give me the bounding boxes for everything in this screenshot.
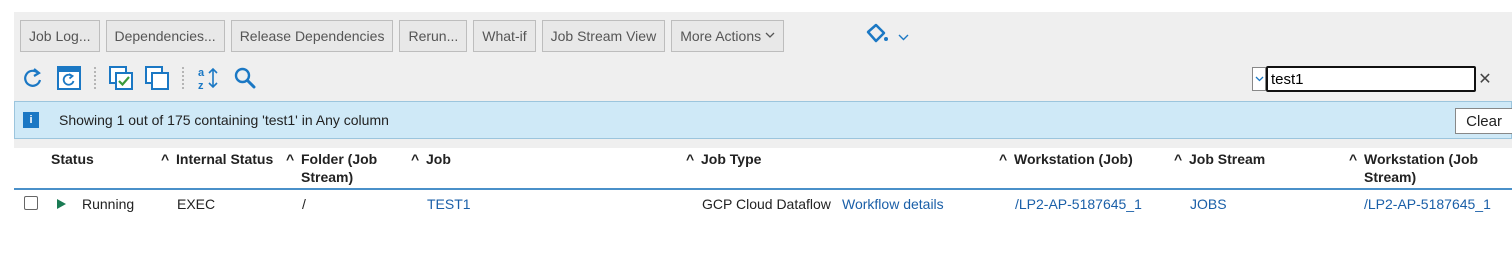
column-header-job-stream[interactable]: ^ Job Stream xyxy=(1174,150,1266,168)
column-header-label: Job Type xyxy=(701,151,762,167)
svg-text:a: a xyxy=(198,67,205,79)
sort-caret-icon: ^ xyxy=(411,151,420,167)
icon-toolbar: a z xyxy=(20,63,258,93)
column-header-label: Folder (Job xyxy=(301,151,378,167)
auto-refresh-icon[interactable] xyxy=(56,65,82,91)
table-row[interactable]: Running EXEC / TEST1 GCP Cloud Dataflow … xyxy=(14,190,1512,218)
column-header-label: Stream) xyxy=(301,169,354,185)
info-icon: i xyxy=(23,112,39,128)
job-stream-view-button[interactable]: Job Stream View xyxy=(541,20,666,52)
running-status-icon xyxy=(57,199,66,209)
job-log-button[interactable]: Job Log... xyxy=(20,20,100,52)
column-header-status[interactable]: Status xyxy=(51,150,94,168)
status-cell: Running xyxy=(82,196,135,212)
filter-info-text: Showing 1 out of 175 containing 'test1' … xyxy=(59,112,389,128)
more-actions-label: More Actions xyxy=(680,28,762,44)
table-header: Status ^ Internal Status ^ Folder (Job S… xyxy=(14,148,1512,190)
action-toolbar: Job Log... Dependencies... Release Depen… xyxy=(20,19,785,53)
filter-input[interactable] xyxy=(1266,66,1476,92)
filter-column-dropdown[interactable] xyxy=(1252,67,1266,91)
column-header-label: Job xyxy=(426,151,451,167)
toolbar-separator xyxy=(94,67,96,89)
sort-caret-icon: ^ xyxy=(161,151,170,167)
paint-bucket-icon xyxy=(862,22,892,51)
rerun-button[interactable]: Rerun... xyxy=(399,20,468,52)
clear-filter-icon[interactable]: ✕ xyxy=(1476,67,1494,91)
sort-caret-icon: ^ xyxy=(286,151,295,167)
internal-status-cell: EXEC xyxy=(177,196,216,212)
toolbar-separator xyxy=(182,67,184,89)
sort-caret-icon: ^ xyxy=(1349,151,1358,167)
column-header-label: Workstation (Job xyxy=(1364,151,1479,167)
quick-filter: ✕ xyxy=(1252,66,1494,92)
column-header-workstation-job[interactable]: ^ Workstation (Job) xyxy=(999,150,1133,168)
column-header-label: Job Stream xyxy=(1189,151,1266,167)
workflow-details-link[interactable]: Workflow details xyxy=(842,196,944,212)
refresh-icon[interactable] xyxy=(20,65,46,91)
column-header-job[interactable]: ^ Job xyxy=(411,150,451,168)
more-actions-button[interactable]: More Actions xyxy=(671,20,785,52)
job-stream-link[interactable]: JOBS xyxy=(1190,196,1227,212)
dependencies-button[interactable]: Dependencies... xyxy=(105,20,225,52)
sort-caret-icon: ^ xyxy=(1174,151,1183,167)
sort-caret-icon: ^ xyxy=(686,151,695,167)
column-header-label: Workstation (Job) xyxy=(1014,151,1133,167)
column-header-label: Status xyxy=(51,151,94,167)
folder-cell: / xyxy=(302,196,306,212)
workstation-job-stream-link[interactable]: /LP2-AP-5187645_1 xyxy=(1364,196,1491,212)
table-body: Running EXEC / TEST1 GCP Cloud Dataflow … xyxy=(14,190,1512,266)
search-icon[interactable] xyxy=(232,65,258,91)
filter-info-bar: i Showing 1 out of 175 containing 'test1… xyxy=(14,101,1512,139)
sort-icon[interactable]: a z xyxy=(196,65,222,91)
workstation-job-link[interactable]: /LP2-AP-5187645_1 xyxy=(1015,196,1142,212)
release-dependencies-button[interactable]: Release Dependencies xyxy=(230,20,394,52)
what-if-button[interactable]: What-if xyxy=(473,20,536,52)
job-type-cell: GCP Cloud Dataflow xyxy=(702,196,831,212)
chevron-down-icon xyxy=(765,31,775,42)
column-header-label: Stream) xyxy=(1364,169,1417,185)
sort-caret-icon: ^ xyxy=(999,151,1008,167)
svg-text:z: z xyxy=(198,80,204,91)
column-header-internal-status[interactable]: ^ Internal Status xyxy=(161,150,274,168)
paint-bucket-menu[interactable] xyxy=(862,22,909,51)
deselect-all-icon[interactable] xyxy=(144,65,170,91)
job-link[interactable]: TEST1 xyxy=(427,196,471,212)
chevron-down-icon xyxy=(898,28,909,44)
column-header-label: Internal Status xyxy=(176,151,274,167)
column-header-workstation-job-stream[interactable]: ^ Workstation (Job Stream) xyxy=(1349,150,1479,186)
clear-button[interactable]: Clear xyxy=(1455,108,1512,134)
job-monitor-panel: Job Log... Dependencies... Release Depen… xyxy=(14,12,1512,266)
column-header-folder[interactable]: ^ Folder (Job Stream) xyxy=(286,150,378,186)
row-checkbox[interactable] xyxy=(24,196,38,210)
column-header-job-type[interactable]: ^ Job Type xyxy=(686,150,762,168)
top-strip xyxy=(0,0,1512,12)
select-all-icon[interactable] xyxy=(108,65,134,91)
